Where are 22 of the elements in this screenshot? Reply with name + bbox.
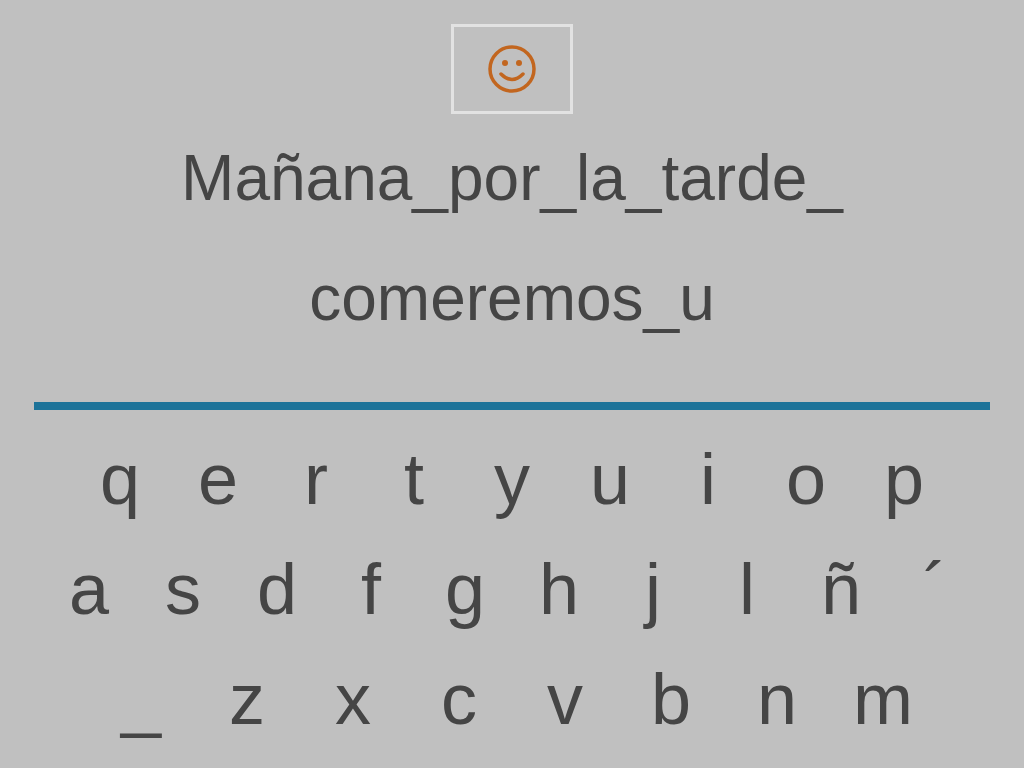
letter-key[interactable]: t — [404, 443, 424, 515]
letter-key[interactable]: f — [361, 553, 381, 625]
letter-key[interactable]: ñ — [820, 553, 861, 625]
letter-key[interactable]: e — [197, 443, 238, 515]
letter-key[interactable]: ´ — [923, 553, 947, 625]
letter-key[interactable]: a — [68, 553, 109, 625]
letter-key[interactable]: v — [547, 663, 583, 735]
letter-key[interactable]: l — [739, 553, 755, 625]
letter-key[interactable]: m — [853, 663, 913, 735]
letter-key[interactable]: z — [229, 663, 265, 735]
letter-key[interactable]: c — [441, 663, 477, 735]
letter-key[interactable]: o — [785, 443, 826, 515]
letter-key[interactable]: r — [304, 443, 328, 515]
letter-key[interactable]: d — [256, 553, 297, 625]
smiley-icon — [487, 44, 537, 94]
letter-key[interactable]: b — [650, 663, 691, 735]
letter-key[interactable]: s — [165, 553, 201, 625]
letter-key[interactable]: u — [589, 443, 630, 515]
letter-key[interactable]: x — [335, 663, 371, 735]
letter-key[interactable]: h — [538, 553, 579, 625]
letter-key[interactable]: i — [700, 443, 716, 515]
letter-key[interactable]: n — [756, 663, 797, 735]
